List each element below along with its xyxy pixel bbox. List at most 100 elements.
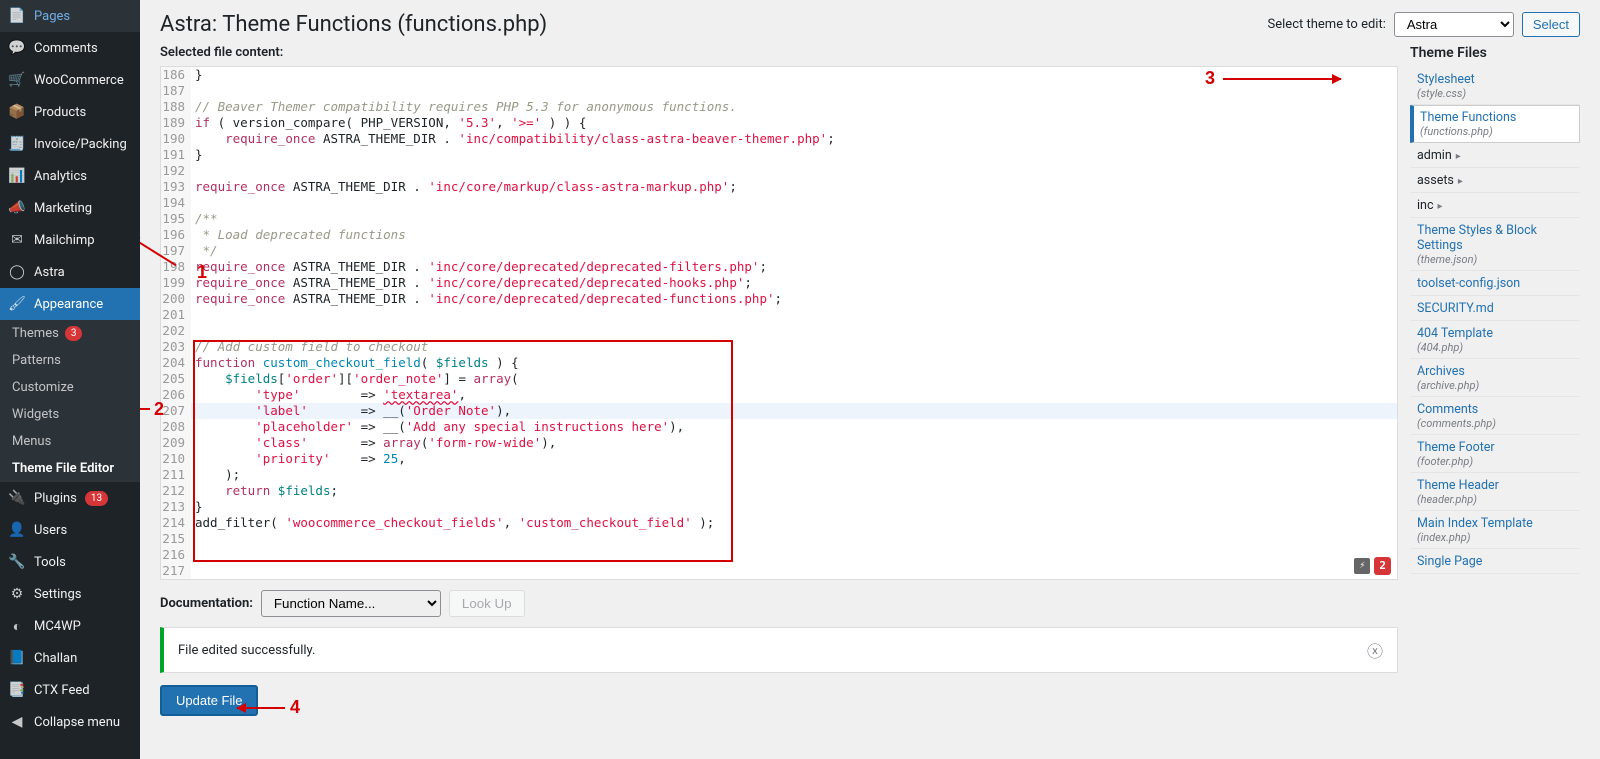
- code-line[interactable]: 202: [161, 323, 1397, 339]
- code-content[interactable]: );: [191, 467, 1397, 483]
- sidebar-item-marketing[interactable]: 📣Marketing: [0, 192, 140, 224]
- code-content[interactable]: */: [191, 243, 1397, 259]
- code-content[interactable]: $fields['order']['order_note'] = array(: [191, 371, 1397, 387]
- code-line[interactable]: 208 'placeholder' => __('Add any special…: [161, 419, 1397, 435]
- sidebar-item-invoice[interactable]: 🧾Invoice/Packing: [0, 128, 140, 160]
- code-content[interactable]: [191, 563, 1397, 579]
- code-content[interactable]: }: [191, 67, 1397, 83]
- code-editor[interactable]: 186}187188// Beaver Themer compatibility…: [160, 66, 1398, 580]
- code-line[interactable]: 213}: [161, 499, 1397, 515]
- code-content[interactable]: 'type' => 'textarea',: [191, 387, 1397, 403]
- sidebar-item-collapse[interactable]: ◀Collapse menu: [0, 706, 140, 738]
- code-line[interactable]: 209 'class' => array('form-row-wide'),: [161, 435, 1397, 451]
- theme-select[interactable]: Astra: [1394, 12, 1514, 37]
- submenu-item-menus[interactable]: Menus: [0, 428, 140, 455]
- code-content[interactable]: [191, 195, 1397, 211]
- code-line[interactable]: 196 * Load deprecated functions: [161, 227, 1397, 243]
- sidebar-item-woocommerce[interactable]: 🛒WooCommerce: [0, 64, 140, 96]
- code-content[interactable]: require_once ASTRA_THEME_DIR . 'inc/core…: [191, 275, 1397, 291]
- sidebar-item-settings[interactable]: ⚙Settings: [0, 578, 140, 610]
- theme-file-footer[interactable]: Theme Footer(footer.php): [1410, 435, 1580, 473]
- code-content[interactable]: /**: [191, 211, 1397, 227]
- code-content[interactable]: // Beaver Themer compatibility requires …: [191, 99, 1397, 115]
- code-content[interactable]: require_once ASTRA_THEME_DIR . 'inc/core…: [191, 291, 1397, 307]
- sidebar-item-ctxfeed[interactable]: 📑CTX Feed: [0, 674, 140, 706]
- code-content[interactable]: 'priority' => 25,: [191, 451, 1397, 467]
- sidebar-item-users[interactable]: 👤Users: [0, 514, 140, 546]
- code-line[interactable]: 188// Beaver Themer compatibility requir…: [161, 99, 1397, 115]
- theme-file-themejson[interactable]: Theme Styles & Block Settings(theme.json…: [1410, 218, 1580, 271]
- code-line[interactable]: 214add_filter( 'woocommerce_checkout_fie…: [161, 515, 1397, 531]
- theme-file-inc[interactable]: inc: [1410, 193, 1580, 218]
- code-line[interactable]: 206 'type' => 'textarea',: [161, 387, 1397, 403]
- theme-file-404[interactable]: 404 Template(404.php): [1410, 321, 1580, 359]
- code-line[interactable]: 199require_once ASTRA_THEME_DIR . 'inc/c…: [161, 275, 1397, 291]
- select-button[interactable]: Select: [1522, 12, 1580, 37]
- code-content[interactable]: 'placeholder' => __('Add any special ins…: [191, 419, 1397, 435]
- code-line[interactable]: 212 return $fields;: [161, 483, 1397, 499]
- lint-hints[interactable]: ⚡ 2: [1354, 557, 1391, 575]
- sidebar-item-mc4wp[interactable]: ◐MC4WP: [0, 610, 140, 642]
- code-line[interactable]: 215: [161, 531, 1397, 547]
- code-line[interactable]: 205 $fields['order']['order_note'] = arr…: [161, 371, 1397, 387]
- code-content[interactable]: }: [191, 499, 1397, 515]
- lookup-button[interactable]: Look Up: [449, 590, 525, 617]
- code-content[interactable]: [191, 83, 1397, 99]
- code-content[interactable]: [191, 531, 1397, 547]
- code-content[interactable]: [191, 547, 1397, 563]
- code-content[interactable]: return $fields;: [191, 483, 1397, 499]
- sidebar-item-plugins[interactable]: 🔌Plugins13: [0, 482, 140, 514]
- code-content[interactable]: [191, 323, 1397, 339]
- sidebar-item-mailchimp[interactable]: ✉Mailchimp: [0, 224, 140, 256]
- sidebar-item-appearance[interactable]: 🖌Appearance: [0, 288, 140, 320]
- sidebar-item-astra[interactable]: ◯Astra: [0, 256, 140, 288]
- code-line[interactable]: 190 require_once ASTRA_THEME_DIR . 'inc/…: [161, 131, 1397, 147]
- code-content[interactable]: 'label' => __('Order Note'),: [191, 403, 1397, 419]
- theme-file-assets[interactable]: assets: [1410, 168, 1580, 193]
- dismiss-notice-icon[interactable]: ⓧ: [1367, 638, 1383, 662]
- update-file-button[interactable]: Update File: [160, 685, 258, 716]
- submenu-item-customize[interactable]: Customize: [0, 374, 140, 401]
- code-line[interactable]: 217: [161, 563, 1397, 579]
- code-line[interactable]: 211 );: [161, 467, 1397, 483]
- theme-file-stylesheet[interactable]: Stylesheet(style.css): [1410, 67, 1580, 105]
- theme-file-admin[interactable]: admin: [1410, 143, 1580, 168]
- code-content[interactable]: require_once ASTRA_THEME_DIR . 'inc/comp…: [191, 131, 1397, 147]
- sidebar-item-challan[interactable]: 📘Challan: [0, 642, 140, 674]
- theme-file-functions[interactable]: Theme Functions(functions.php): [1410, 105, 1580, 143]
- submenu-item-theme-file-editor[interactable]: Theme File Editor: [0, 455, 140, 482]
- code-content[interactable]: if ( version_compare( PHP_VERSION, '5.3'…: [191, 115, 1397, 131]
- theme-file-index[interactable]: Main Index Template(index.php): [1410, 511, 1580, 549]
- submenu-item-widgets[interactable]: Widgets: [0, 401, 140, 428]
- theme-file-security[interactable]: SECURITY.md: [1410, 296, 1580, 321]
- code-content[interactable]: require_once ASTRA_THEME_DIR . 'inc/core…: [191, 179, 1397, 195]
- code-content[interactable]: function custom_checkout_field( $fields …: [191, 355, 1397, 371]
- code-line[interactable]: 216: [161, 547, 1397, 563]
- doc-function-select[interactable]: Function Name...: [261, 590, 441, 617]
- code-content[interactable]: * Load deprecated functions: [191, 227, 1397, 243]
- code-line[interactable]: 203// Add custom field to checkout: [161, 339, 1397, 355]
- code-content[interactable]: require_once ASTRA_THEME_DIR . 'inc/core…: [191, 259, 1397, 275]
- code-line[interactable]: 195/**: [161, 211, 1397, 227]
- code-line[interactable]: 194: [161, 195, 1397, 211]
- code-line[interactable]: 198require_once ASTRA_THEME_DIR . 'inc/c…: [161, 259, 1397, 275]
- code-line[interactable]: 197 */: [161, 243, 1397, 259]
- submenu-item-patterns[interactable]: Patterns: [0, 347, 140, 374]
- theme-file-toolset[interactable]: toolset-config.json: [1410, 271, 1580, 296]
- code-content[interactable]: [191, 307, 1397, 323]
- code-content[interactable]: 'class' => array('form-row-wide'),: [191, 435, 1397, 451]
- submenu-item-themes[interactable]: Themes3: [0, 320, 140, 347]
- sidebar-item-products[interactable]: 📦Products: [0, 96, 140, 128]
- code-content[interactable]: // Add custom field to checkout: [191, 339, 1397, 355]
- code-line[interactable]: 189if ( version_compare( PHP_VERSION, '5…: [161, 115, 1397, 131]
- code-line[interactable]: 187: [161, 83, 1397, 99]
- theme-file-header[interactable]: Theme Header(header.php): [1410, 473, 1580, 511]
- code-content[interactable]: }: [191, 147, 1397, 163]
- sidebar-item-tools[interactable]: 🔧Tools: [0, 546, 140, 578]
- theme-file-singlepage[interactable]: Single Page: [1410, 549, 1580, 574]
- code-content[interactable]: add_filter( 'woocommerce_checkout_fields…: [191, 515, 1397, 531]
- code-line[interactable]: 201: [161, 307, 1397, 323]
- sidebar-item-analytics[interactable]: 📊Analytics: [0, 160, 140, 192]
- code-line[interactable]: 200require_once ASTRA_THEME_DIR . 'inc/c…: [161, 291, 1397, 307]
- theme-file-comments[interactable]: Comments(comments.php): [1410, 397, 1580, 435]
